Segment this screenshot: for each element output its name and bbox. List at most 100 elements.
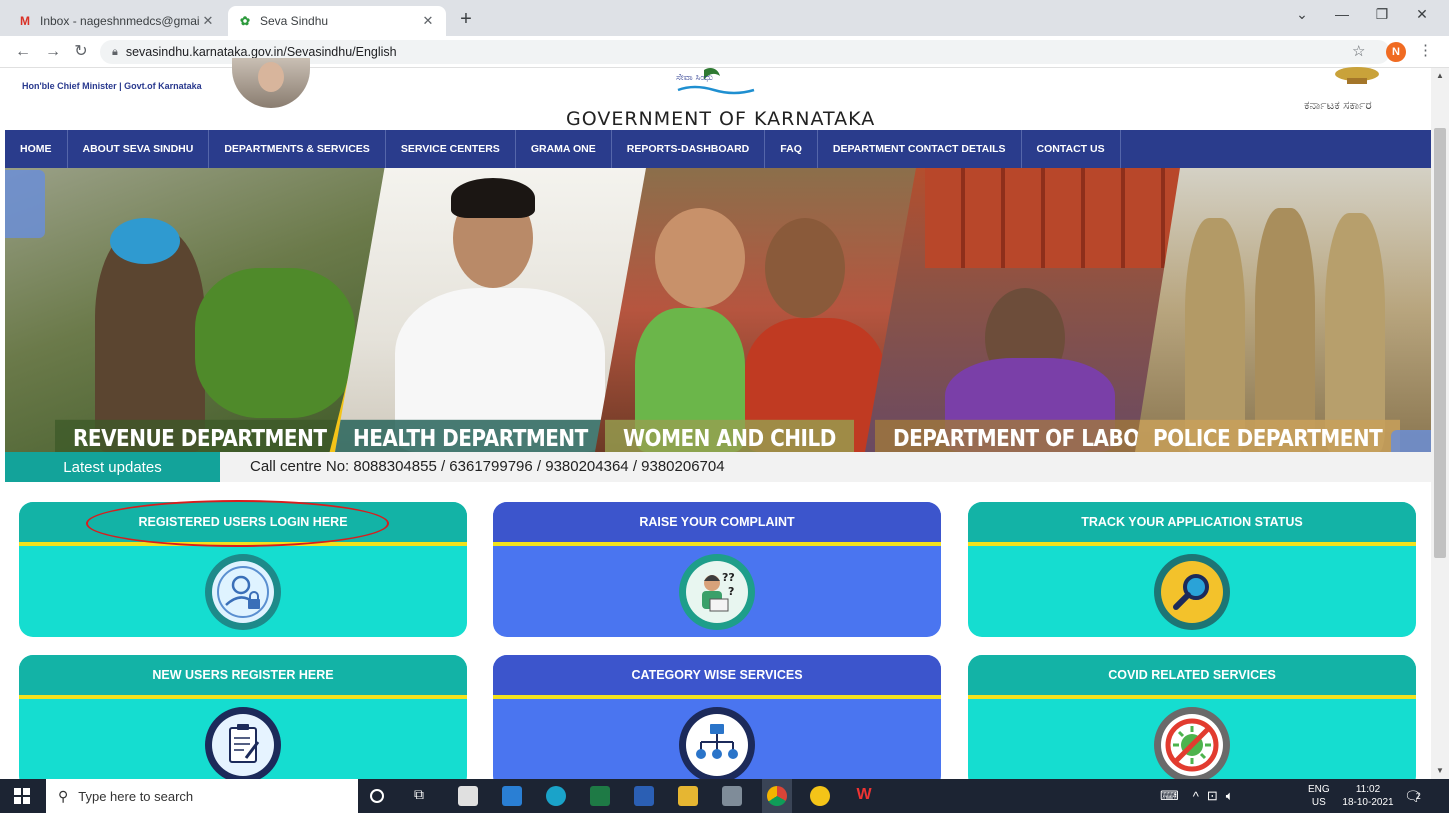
store-icon[interactable] bbox=[458, 786, 478, 806]
seva-sindhu-logo: ಸೇವಾ ಸಿಂಧು bbox=[676, 68, 755, 95]
network-icon[interactable]: ⊡ bbox=[1207, 788, 1218, 804]
menu-grama-one[interactable]: GRAMA ONE bbox=[516, 130, 612, 168]
tab-title: Inbox - nageshnmedcs@gmail.cc bbox=[40, 14, 200, 28]
cm-caption: Hon'ble Chief Minister | Govt.of Karnata… bbox=[22, 81, 202, 91]
cortana-icon[interactable] bbox=[370, 789, 384, 803]
tab-title: Seva Sindhu bbox=[260, 14, 329, 28]
tile-covid-services[interactable]: COVID RELATED SERVICES bbox=[968, 655, 1416, 790]
tile-title: TRACK YOUR APPLICATION STATUS bbox=[968, 502, 1416, 542]
search-icon: ⚲ bbox=[58, 787, 69, 804]
banner-label-women-child: WOMEN AND CHILD bbox=[605, 419, 854, 452]
word-icon[interactable] bbox=[634, 786, 654, 806]
edge-icon[interactable] bbox=[546, 786, 566, 806]
notification-count: 2 bbox=[1415, 791, 1421, 801]
karnataka-emblem-icon bbox=[1335, 67, 1379, 84]
new-tab-button[interactable]: + bbox=[454, 8, 478, 31]
no-covid-icon bbox=[1154, 707, 1230, 783]
url-text: sevasindhu.karnataka.gov.in/Sevasindhu/E… bbox=[125, 45, 397, 59]
banner-label-revenue: REVENUE DEPARTMENT bbox=[55, 419, 345, 452]
more-menu-icon[interactable]: ⋮ bbox=[1418, 41, 1433, 59]
browser-tab-strip: M Inbox - nageshnmedcs@gmail.cc ✕ ✿ Seva… bbox=[0, 0, 1449, 36]
child-head bbox=[655, 208, 745, 308]
scroll-thumb[interactable] bbox=[1434, 128, 1446, 558]
clock-date: 18-10-2021 bbox=[1342, 797, 1394, 808]
seva-sindhu-icon: ✿ bbox=[239, 14, 251, 28]
clipboard-pen-icon bbox=[205, 707, 281, 783]
tab-gmail-inbox[interactable]: M Inbox - nageshnmedcs@gmail.cc ✕ bbox=[8, 6, 226, 36]
main-menu: HOME ABOUT SEVA SINDHU DEPARTMENTS & SER… bbox=[5, 130, 1431, 168]
menu-about-seva-sindhu[interactable]: ABOUT SEVA SINDHU bbox=[68, 130, 210, 168]
tile-raise-complaint[interactable]: RAISE YOUR COMPLAINT ?? ? bbox=[493, 502, 941, 637]
region-code: US bbox=[1311, 797, 1326, 808]
profile-avatar[interactable]: N bbox=[1386, 42, 1406, 62]
police-figure bbox=[1255, 208, 1315, 452]
notification-center[interactable]: 🗨︎ 2 bbox=[1404, 779, 1422, 813]
tile-new-users-register[interactable]: NEW USERS REGISTER HERE bbox=[19, 655, 467, 790]
excel-icon[interactable] bbox=[590, 786, 610, 806]
menu-faq[interactable]: FAQ bbox=[765, 130, 818, 168]
menu-service-centers[interactable]: SERVICE CENTERS bbox=[386, 130, 516, 168]
scroll-down-icon[interactable]: ▼ bbox=[1431, 763, 1449, 779]
tab-seva-sindhu[interactable]: ✿ Seva Sindhu ✕ bbox=[228, 6, 446, 36]
volume-icon[interactable]: 🔈︎ bbox=[1226, 788, 1234, 804]
tile-title: CATEGORY WISE SERVICES bbox=[493, 655, 941, 695]
police-figure bbox=[1325, 213, 1385, 452]
svg-text:?: ? bbox=[728, 585, 734, 598]
police-figure bbox=[1185, 218, 1245, 452]
tile-title: COVID RELATED SERVICES bbox=[968, 655, 1416, 695]
language-code: ENG bbox=[1308, 784, 1330, 795]
keyboard-icon[interactable]: ⌨ bbox=[1160, 788, 1179, 804]
back-button[interactable]: ← bbox=[12, 41, 34, 63]
menu-home[interactable]: HOME bbox=[5, 130, 68, 168]
menu-department-contact-details[interactable]: DEPARTMENT CONTACT DETAILS bbox=[818, 130, 1022, 168]
restore-button[interactable]: ❐ bbox=[1362, 6, 1402, 23]
network-app-icon[interactable] bbox=[722, 786, 742, 806]
tray-icons[interactable]: ⌨ ^ ⊡ 🔈︎ bbox=[1160, 779, 1242, 813]
task-view-icon[interactable]: ⧉ bbox=[414, 786, 434, 806]
close-icon[interactable]: ✕ bbox=[200, 13, 216, 29]
chevron-up-icon[interactable]: ^ bbox=[1193, 789, 1199, 804]
bookmark-star-icon[interactable]: ☆ bbox=[1352, 42, 1365, 60]
mail-icon[interactable] bbox=[502, 786, 522, 806]
reload-button[interactable]: ↻ bbox=[70, 41, 92, 63]
minimize-button[interactable]: — bbox=[1322, 6, 1362, 22]
site-title: GOVERNMENT OF KARNATAKA bbox=[566, 108, 876, 130]
close-icon[interactable]: ✕ bbox=[420, 13, 436, 29]
banner-label-police: POLICE DEPARTMENT bbox=[1135, 419, 1401, 452]
doctor-hair bbox=[451, 178, 535, 218]
scroll-up-icon[interactable]: ▲ bbox=[1431, 68, 1449, 84]
banner-prev-button[interactable] bbox=[5, 170, 45, 238]
banner-panel-police[interactable]: POLICE DEPARTMENT bbox=[1135, 168, 1431, 452]
wps-office-icon[interactable]: W bbox=[854, 786, 874, 806]
site-header: Hon'ble Chief Minister | Govt.of Karnata… bbox=[0, 58, 1431, 130]
menu-reports-dashboard[interactable]: REPORTS-DASHBOARD bbox=[612, 130, 766, 168]
game-app-icon[interactable] bbox=[810, 786, 830, 806]
svg-text:??: ?? bbox=[722, 571, 735, 584]
hierarchy-icon bbox=[679, 707, 755, 783]
file-explorer-icon[interactable] bbox=[678, 786, 698, 806]
screen: M Inbox - nageshnmedcs@gmail.cc ✕ ✿ Seva… bbox=[0, 0, 1449, 813]
windows-taskbar: ⚲ Type here to search ⧉ W ⌨ ^ ⊡ 🔈︎ ENG U… bbox=[0, 779, 1449, 813]
page-scrollbar[interactable]: ▲ ▼ bbox=[1431, 68, 1449, 779]
taskbar-search-box[interactable]: ⚲ Type here to search bbox=[46, 779, 358, 813]
clock[interactable]: 11:02 18-10-2021 bbox=[1342, 779, 1394, 813]
menu-departments-services[interactable]: DEPARTMENTS & SERVICES bbox=[209, 130, 386, 168]
kannada-caption: ಕರ್ನಾಟಕ ಸರ್ಕಾರ bbox=[1304, 98, 1372, 112]
menu-contact-us[interactable]: CONTACT US bbox=[1022, 130, 1121, 168]
tile-category-wise-services[interactable]: CATEGORY WISE SERVICES bbox=[493, 655, 941, 790]
complaint-person-icon: ?? ? bbox=[679, 554, 755, 630]
mother-head bbox=[765, 218, 845, 318]
highlight-oval bbox=[86, 500, 389, 547]
gmail-icon: M bbox=[20, 14, 30, 28]
tab-search-icon[interactable]: ⌄ bbox=[1282, 6, 1322, 23]
banner-next-button[interactable] bbox=[1391, 430, 1431, 452]
chrome-taskbar-button[interactable] bbox=[762, 779, 792, 813]
browser-toolbar: ← → ↻ 🔒︎ sevasindhu.karnataka.gov.in/Sev… bbox=[0, 36, 1449, 68]
forward-button[interactable]: → bbox=[42, 41, 64, 63]
turban-shape bbox=[110, 218, 180, 264]
window-close-button[interactable]: ✕ bbox=[1402, 6, 1442, 23]
windows-start-icon[interactable] bbox=[14, 788, 30, 804]
tile-track-application[interactable]: TRACK YOUR APPLICATION STATUS bbox=[968, 502, 1416, 637]
tile-title: RAISE YOUR COMPLAINT bbox=[493, 502, 941, 542]
language-indicator[interactable]: ENG US bbox=[1308, 779, 1330, 813]
